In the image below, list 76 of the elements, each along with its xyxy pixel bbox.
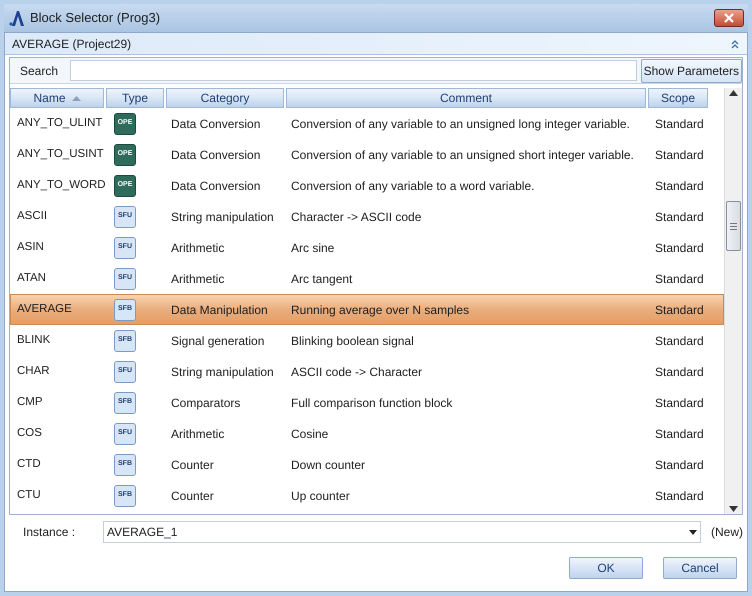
- category-cell-text: String manipulation: [170, 364, 275, 380]
- name-cell-text: CMP: [16, 394, 44, 410]
- category-cell-text: Comparators: [170, 394, 242, 412]
- scope-cell-text: Standard: [654, 488, 705, 504]
- scope-cell-text: Standard: [654, 426, 705, 442]
- scope-cell-text: Standard: [654, 146, 705, 164]
- comment-cell-text: ASCII code -> Character: [290, 364, 424, 380]
- column-header[interactable]: Type: [106, 88, 164, 108]
- dialog-button[interactable]: OK: [569, 557, 643, 579]
- name-cell-text: COS: [16, 426, 43, 441]
- category-cell-text: Data Manipulation: [170, 302, 269, 318]
- comment-cell-text: Down counter: [290, 456, 366, 474]
- panel-title: AVERAGE (Project29): [12, 36, 132, 52]
- name-cell-text: AVERAGE: [16, 302, 73, 317]
- category-cell-text: String manipulation: [170, 208, 275, 226]
- window-title: Block Selector (Prog3): [30, 9, 160, 28]
- name-cell-text: ATAN: [16, 270, 47, 286]
- instance-label: Instance :: [23, 524, 76, 541]
- column-header[interactable]: Name: [10, 88, 104, 108]
- name-cell-text: ANY_TO_WORD: [16, 178, 107, 193]
- scope-cell-text: Standard: [654, 456, 705, 474]
- category-cell-text: Data Conversion: [170, 178, 262, 194]
- name-cell-text: ASCII: [16, 208, 48, 224]
- show-parameters-button[interactable]: Show Parameters: [640, 58, 742, 82]
- name-cell-text: ANY_TO_USINT: [16, 146, 105, 162]
- app-logo-icon: [8, 9, 26, 27]
- category-cell-text: Arithmetic: [170, 240, 226, 256]
- column-header[interactable]: Scope: [648, 88, 708, 108]
- category-cell-text: Counter: [170, 456, 215, 474]
- scope-cell-text: Standard: [654, 116, 705, 132]
- dropdown-arrow-icon: [689, 530, 697, 534]
- category-cell-text: Arithmetic: [170, 426, 226, 442]
- dialog-button[interactable]: Cancel: [663, 557, 737, 579]
- comment-cell-text: Conversion of any variable to an unsigned long integer variable.: [290, 116, 631, 132]
- column-header[interactable]: Comment: [286, 88, 646, 108]
- comment-cell-text: Full comparison function block: [290, 394, 454, 412]
- comment-cell-text: Arc tangent: [290, 270, 354, 288]
- search-label: Search: [19, 62, 60, 80]
- scope-cell-text: Standard: [654, 364, 705, 380]
- search-field[interactable]: [70, 60, 637, 81]
- scroll-thumb[interactable]: [726, 201, 741, 251]
- collapse-icon[interactable]: [730, 38, 740, 48]
- comment-cell-text: Character -> ASCII code: [290, 208, 422, 226]
- comment-cell-text: Blinking boolean signal: [290, 332, 415, 350]
- scope-cell-text: Standard: [654, 178, 705, 194]
- scope-cell-text: Standard: [654, 302, 705, 318]
- instance-dropdown[interactable]: AVERAGE_1: [103, 521, 701, 543]
- scope-cell-text: Standard: [654, 394, 705, 412]
- close-button[interactable]: [714, 9, 744, 27]
- name-cell-text: ASIN: [16, 240, 45, 255]
- name-cell-text: CTU: [16, 488, 42, 503]
- comment-cell-text: Conversion of any variable to an unsigned short integer variable.: [290, 146, 635, 164]
- name-cell-text: ANY_TO_ULINT: [16, 116, 104, 131]
- scope-cell-text: Standard: [654, 332, 705, 350]
- column-header[interactable]: Category: [166, 88, 284, 108]
- scope-cell-text: Standard: [654, 270, 705, 288]
- comment-cell-text: Arc sine: [290, 240, 336, 256]
- category-cell-text: Data Conversion: [170, 146, 262, 164]
- comment-cell-text: Cosine: [290, 426, 330, 442]
- scroll-down-icon[interactable]: [729, 506, 738, 512]
- category-cell-text: Data Conversion: [170, 116, 262, 132]
- comment-cell-text: Running average over N samples: [290, 302, 470, 318]
- category-cell-text: Signal generation: [170, 332, 266, 350]
- scope-cell-text: Standard: [654, 240, 705, 256]
- name-cell-text: CTD: [16, 456, 42, 472]
- scroll-up-icon[interactable]: [729, 90, 738, 96]
- comment-cell-text: Up counter: [290, 488, 351, 504]
- name-cell-text: BLINK: [16, 332, 52, 348]
- scope-cell-text: Standard: [654, 208, 705, 226]
- close-icon: [724, 13, 734, 23]
- category-cell-text: Arithmetic: [170, 270, 226, 288]
- scrollbar[interactable]: [724, 88, 742, 514]
- category-cell-text: Counter: [170, 488, 215, 504]
- comment-cell-text: Conversion of any variable to a word variable.: [290, 178, 536, 194]
- instance-status: (New): [711, 524, 743, 541]
- name-cell-text: CHAR: [16, 364, 51, 379]
